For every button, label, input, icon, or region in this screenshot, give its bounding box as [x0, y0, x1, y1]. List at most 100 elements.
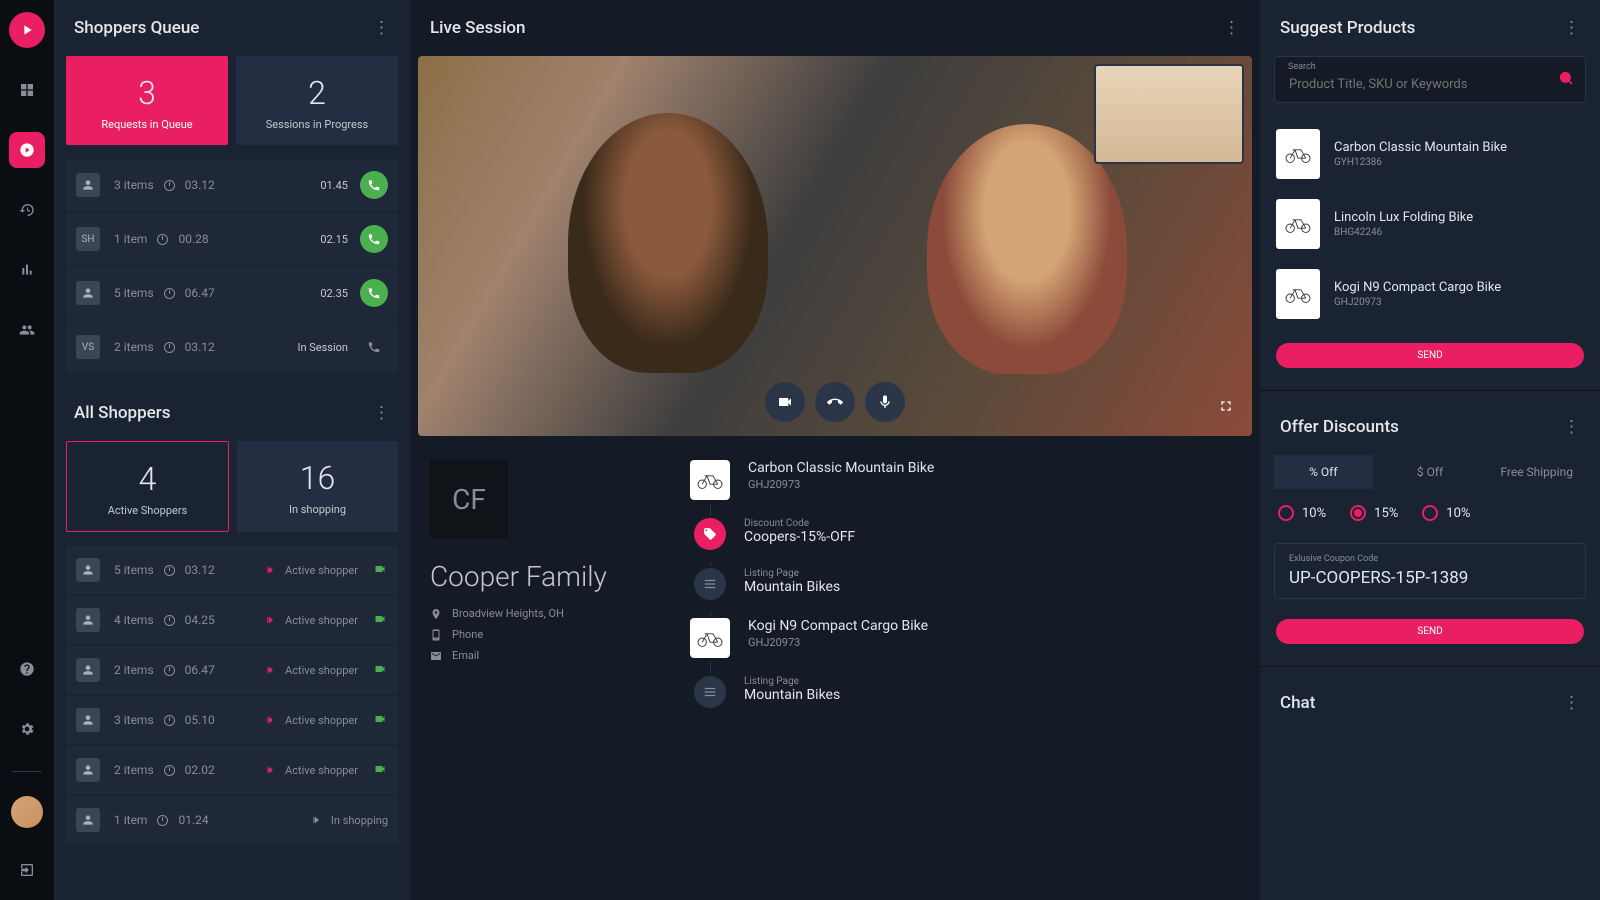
listing-icon — [694, 568, 726, 600]
search-icon[interactable] — [1558, 70, 1574, 90]
hangup-button[interactable] — [815, 382, 855, 422]
clock-icon — [164, 565, 175, 576]
timeline-item[interactable]: Kogi N9 Compact Cargo BikeGHJ20973 — [690, 618, 1240, 658]
call-button[interactable] — [360, 225, 388, 253]
nav-history[interactable] — [9, 192, 45, 228]
nav-live[interactable] — [9, 132, 45, 168]
shopper-row[interactable]: 2 items02.02Active shopper — [66, 746, 398, 794]
clock-icon — [164, 615, 175, 626]
chat-more-icon[interactable]: ⋮ — [1563, 693, 1580, 713]
queue-row[interactable]: 3 items03.1201.45 — [66, 159, 398, 211]
nav-help[interactable] — [9, 651, 45, 687]
shopper-row[interactable]: 4 items04.25Active shopper — [66, 596, 398, 644]
queue-row[interactable]: 5 items06.4702.35 — [66, 267, 398, 319]
shopper-avatar — [76, 708, 100, 732]
discount-option[interactable]: 15% — [1350, 505, 1398, 521]
clock-icon — [164, 765, 175, 776]
queue-row[interactable]: SH1 item00.2802.15 — [66, 213, 398, 265]
profile-email[interactable]: Email — [430, 649, 660, 662]
camera-icon — [372, 613, 388, 628]
session-more-icon[interactable]: ⋮ — [1223, 18, 1240, 38]
discount-option[interactable]: 10% — [1278, 505, 1326, 521]
product-thumb — [1276, 269, 1320, 319]
mic-toggle-button[interactable] — [865, 382, 905, 422]
user-avatar[interactable] — [11, 796, 43, 828]
clock-icon — [157, 815, 168, 826]
discount-option[interactable]: 10% — [1422, 505, 1470, 521]
call-button[interactable] — [360, 171, 388, 199]
session-title: Live Session — [430, 18, 526, 38]
nav-team[interactable] — [9, 312, 45, 348]
radio-icon — [1422, 505, 1438, 521]
in-session-icon — [360, 333, 388, 361]
shopper-avatar: VS — [76, 335, 100, 359]
shoppers-more-icon[interactable]: ⋮ — [373, 403, 390, 423]
radio-icon — [1350, 505, 1366, 521]
nav-logout[interactable] — [9, 852, 45, 888]
timeline-item[interactable]: Listing PageMountain Bikes — [690, 676, 1240, 708]
nav-analytics[interactable] — [9, 252, 45, 288]
tab-free-shipping[interactable]: Free Shipping — [1487, 455, 1586, 489]
product-search-input[interactable] — [1274, 56, 1586, 103]
search-label: Search — [1288, 62, 1316, 72]
fullscreen-button[interactable] — [1218, 398, 1234, 418]
tab-percent-off[interactable]: % Off — [1274, 455, 1373, 489]
timeline-item[interactable]: Carbon Classic Mountain BikeGHJ20973 — [690, 460, 1240, 500]
stat-requests[interactable]: 3 Requests in Queue — [66, 56, 228, 145]
suggest-title: Suggest Products — [1280, 18, 1415, 38]
camera-icon — [372, 563, 388, 578]
discounts-more-icon[interactable]: ⋮ — [1563, 417, 1580, 437]
discount-icon — [694, 518, 726, 550]
timeline-item[interactable]: Listing PageMountain Bikes — [690, 568, 1240, 600]
profile-name: Cooper Family — [430, 560, 660, 593]
queue-more-icon[interactable]: ⋮ — [373, 18, 390, 38]
tab-dollar-off[interactable]: $ Off — [1381, 455, 1480, 489]
nav-dashboard[interactable] — [9, 72, 45, 108]
product-icon — [690, 460, 730, 500]
shopper-row[interactable]: 3 items05.10Active shopper — [66, 696, 398, 744]
shopper-avatar — [76, 558, 100, 582]
app-logo — [9, 12, 45, 48]
camera-icon — [372, 763, 388, 778]
product-thumb — [1276, 129, 1320, 179]
send-products-button[interactable]: SEND — [1276, 343, 1584, 368]
listing-icon — [694, 676, 726, 708]
stat-in-shopping[interactable]: 16 In shopping — [237, 441, 398, 532]
queue-row[interactable]: VS2 items03.12In Session — [66, 321, 398, 373]
shopper-avatar — [76, 758, 100, 782]
product-row[interactable]: Kogi N9 Compact Cargo BikeGHJ20973 — [1260, 259, 1600, 329]
queue-title: Shoppers Queue — [74, 18, 199, 38]
shoppers-title: All Shoppers — [74, 403, 171, 423]
shopper-avatar — [76, 281, 100, 305]
shopper-row[interactable]: 5 items03.12Active shopper — [66, 546, 398, 594]
profile-avatar: CF — [430, 460, 508, 538]
product-row[interactable]: Carbon Classic Mountain BikeGYH12386 — [1260, 119, 1600, 189]
clock-icon — [164, 342, 175, 353]
stat-active-shoppers[interactable]: 4 Active Shoppers — [66, 441, 229, 532]
send-discount-button[interactable]: SEND — [1276, 619, 1584, 644]
shopper-row[interactable]: 1 item01.24In shopping — [66, 796, 398, 844]
discounts-title: Offer Discounts — [1280, 417, 1399, 437]
camera-toggle-button[interactable] — [765, 382, 805, 422]
clock-icon — [164, 180, 175, 191]
nav-settings[interactable] — [9, 711, 45, 747]
product-row[interactable]: Lincoln Lux Folding BikeBHG42246 — [1260, 189, 1600, 259]
shopper-row[interactable]: 2 items06.47Active shopper — [66, 646, 398, 694]
stat-sessions[interactable]: 2 Sessions in Progress — [236, 56, 398, 145]
profile-location: Broadview Heights, OH — [430, 607, 660, 620]
coupon-field[interactable]: Exlusive Coupon Code UP-COOPERS-15P-1389 — [1274, 543, 1586, 599]
self-video[interactable] — [1094, 64, 1244, 164]
side-nav — [0, 0, 54, 900]
product-icon — [690, 618, 730, 658]
clock-icon — [164, 288, 175, 299]
suggest-more-icon[interactable]: ⋮ — [1563, 18, 1580, 38]
timeline-item[interactable]: Discount CodeCoopers-15%-OFF — [690, 518, 1240, 550]
camera-icon — [372, 713, 388, 728]
shopper-avatar: SH — [76, 227, 100, 251]
chat-title: Chat — [1280, 693, 1315, 713]
call-button[interactable] — [360, 279, 388, 307]
camera-icon — [372, 663, 388, 678]
profile-phone[interactable]: Phone — [430, 628, 660, 641]
shopper-avatar — [76, 808, 100, 832]
shopper-avatar — [76, 173, 100, 197]
